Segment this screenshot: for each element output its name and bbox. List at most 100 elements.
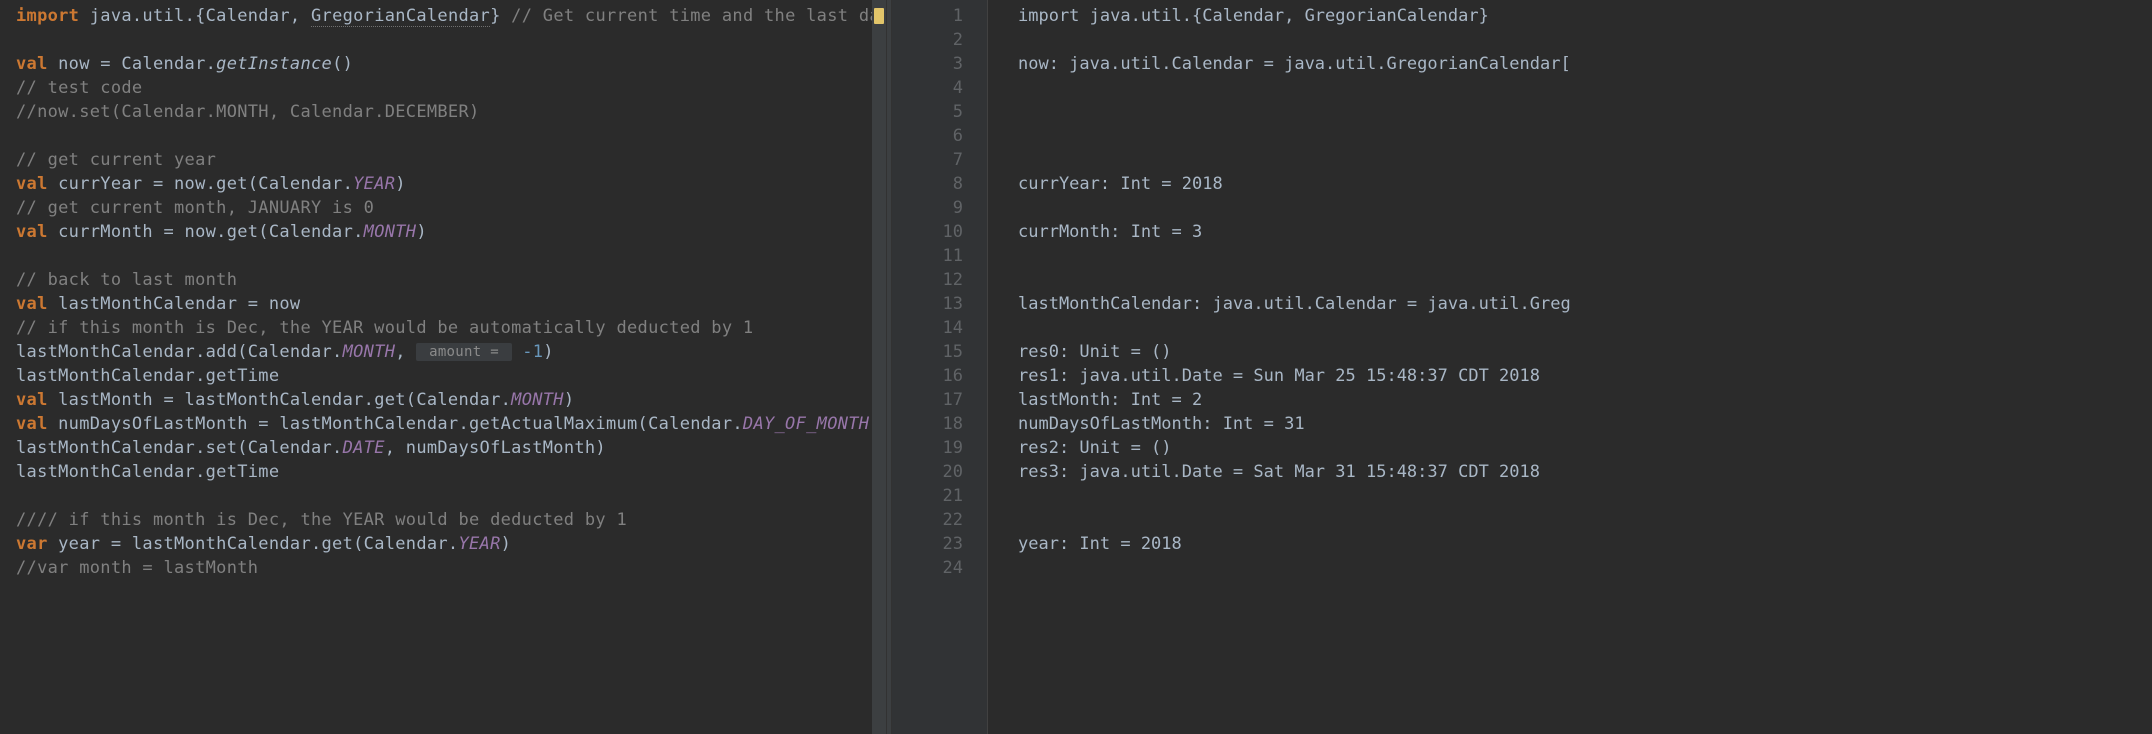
code-line[interactable]: var year = lastMonthCalendar.get(Calenda… <box>16 532 886 556</box>
comment: //// if this month is Dec, the YEAR woul… <box>16 510 627 530</box>
output-content[interactable]: import java.util.{Calendar, GregorianCal… <box>988 0 2152 734</box>
code-text: () <box>332 54 353 74</box>
keyword-val: val <box>16 54 48 74</box>
output-line-empty <box>1018 268 2152 292</box>
code-line[interactable]: val currMonth = now.get(Calendar.MONTH) <box>16 220 886 244</box>
code-text: lastMonth = lastMonthCalendar.get(Calend… <box>48 390 512 410</box>
code-content[interactable]: import java.util.{Calendar, GregorianCal… <box>0 0 886 580</box>
code-line[interactable]: lastMonthCalendar.set(Calendar.DATE, num… <box>16 436 886 460</box>
output-line-empty <box>1018 244 2152 268</box>
output-line: now: java.util.Calendar = java.util.Greg… <box>1018 52 2152 76</box>
code-editor-pane[interactable]: import java.util.{Calendar, GregorianCal… <box>0 0 886 734</box>
constant: MONTH <box>364 222 417 242</box>
code-line-empty[interactable] <box>16 28 886 52</box>
class-gregorian: GregorianCalendar <box>311 6 490 27</box>
comment: // get current month, JANUARY is 0 <box>16 198 374 218</box>
output-line: lastMonthCalendar: java.util.Calendar = … <box>1018 292 2152 316</box>
code-line[interactable]: lastMonthCalendar.getTime <box>16 364 886 388</box>
line-number: 1 <box>892 4 987 28</box>
output-line-empty <box>1018 148 2152 172</box>
code-line[interactable]: val now = Calendar.getInstance() <box>16 52 886 76</box>
code-line[interactable]: // get current month, JANUARY is 0 <box>16 196 886 220</box>
space <box>512 342 523 362</box>
constant: DAY_OF_MONTH <box>743 414 869 434</box>
output-line-empty <box>1018 100 2152 124</box>
comment: // test code <box>16 78 142 98</box>
code-text: numDaysOfLastMonth = lastMonthCalendar.g… <box>48 414 743 434</box>
code-text: currMonth = now.get(Calendar. <box>48 222 364 242</box>
code-text: year = lastMonthCalendar.get(Calendar. <box>48 534 459 554</box>
comment: // if this month is Dec, the YEAR would … <box>16 318 753 338</box>
line-number: 10 <box>892 220 987 244</box>
editor-scrollbar[interactable] <box>872 0 886 734</box>
code-line[interactable]: //now.set(Calendar.MONTH, Calendar.DECEM… <box>16 100 886 124</box>
code-line[interactable]: //var month = lastMonth <box>16 556 886 580</box>
code-line[interactable]: // if this month is Dec, the YEAR would … <box>16 316 886 340</box>
code-line[interactable]: import java.util.{Calendar, GregorianCal… <box>16 4 886 28</box>
keyword-val: val <box>16 294 48 314</box>
code-text: } <box>490 6 501 26</box>
keyword-val: val <box>16 390 48 410</box>
code-line[interactable]: val lastMonthCalendar = now <box>16 292 886 316</box>
code-line[interactable]: lastMonthCalendar.add(Calendar.MONTH, am… <box>16 340 886 364</box>
keyword-val: val <box>16 174 48 194</box>
code-line-empty[interactable] <box>16 244 886 268</box>
code-line[interactable]: // get current year <box>16 148 886 172</box>
comment: //var month = lastMonth <box>16 558 258 578</box>
code-text: lastMonthCalendar.add(Calendar. <box>16 342 343 362</box>
output-line-empty <box>1018 508 2152 532</box>
constant: DATE <box>343 438 385 458</box>
code-text: ) <box>501 534 512 554</box>
constant: MONTH <box>511 390 564 410</box>
parameter-hint: amount = <box>416 343 511 361</box>
constant: YEAR <box>353 174 395 194</box>
line-number: 2 <box>892 28 987 52</box>
scrollbar-warning-marker[interactable] <box>874 8 884 24</box>
output-line: currMonth: Int = 3 <box>1018 220 2152 244</box>
code-text: , numDaysOfLastMonth) <box>385 438 606 458</box>
output-line: currYear: Int = 2018 <box>1018 172 2152 196</box>
code-line-empty[interactable] <box>16 484 886 508</box>
code-line[interactable]: val numDaysOfLastMonth = lastMonthCalend… <box>16 412 886 436</box>
output-line-empty <box>1018 28 2152 52</box>
method-call: getInstance <box>216 54 332 74</box>
code-line[interactable]: //// if this month is Dec, the YEAR woul… <box>16 508 886 532</box>
comment: //now.set(Calendar.MONTH, Calendar.DECEM… <box>16 102 480 122</box>
output-line-empty <box>1018 484 2152 508</box>
line-number: 21 <box>892 484 987 508</box>
line-number: 7 <box>892 148 987 172</box>
line-number: 19 <box>892 436 987 460</box>
code-text: ) <box>543 342 554 362</box>
code-line[interactable]: // test code <box>16 76 886 100</box>
repl-output-pane: 1 2 3 4 5 6 7 8 9 10 11 12 13 14 15 16 1… <box>892 0 2152 734</box>
output-line: year: Int = 2018 <box>1018 532 2152 556</box>
code-line[interactable]: val lastMonth = lastMonthCalendar.get(Ca… <box>16 388 886 412</box>
code-line[interactable]: val currYear = now.get(Calendar.YEAR) <box>16 172 886 196</box>
number-literal: -1 <box>522 342 543 362</box>
line-number: 14 <box>892 316 987 340</box>
output-line: res0: Unit = () <box>1018 340 2152 364</box>
output-line-empty <box>1018 316 2152 340</box>
keyword-var: var <box>16 534 48 554</box>
ide-split-view: import java.util.{Calendar, GregorianCal… <box>0 0 2152 734</box>
code-text: lastMonthCalendar = now <box>48 294 301 314</box>
output-line: res3: java.util.Date = Sat Mar 31 15:48:… <box>1018 460 2152 484</box>
code-text: ) <box>395 174 406 194</box>
line-number: 18 <box>892 412 987 436</box>
line-number: 22 <box>892 508 987 532</box>
code-text: now = Calendar. <box>48 54 217 74</box>
output-line-empty <box>1018 124 2152 148</box>
code-line[interactable]: lastMonthCalendar.getTime <box>16 460 886 484</box>
keyword-val: val <box>16 414 48 434</box>
code-line-empty[interactable] <box>16 124 886 148</box>
constant: YEAR <box>458 534 500 554</box>
code-text: ) <box>416 222 427 242</box>
line-number: 24 <box>892 556 987 580</box>
keyword-val: val <box>16 222 48 242</box>
code-text: , <box>395 342 416 362</box>
line-number: 4 <box>892 76 987 100</box>
line-number: 13 <box>892 292 987 316</box>
code-line[interactable]: // back to last month <box>16 268 886 292</box>
output-line-empty <box>1018 76 2152 100</box>
code-text: ) <box>564 390 575 410</box>
